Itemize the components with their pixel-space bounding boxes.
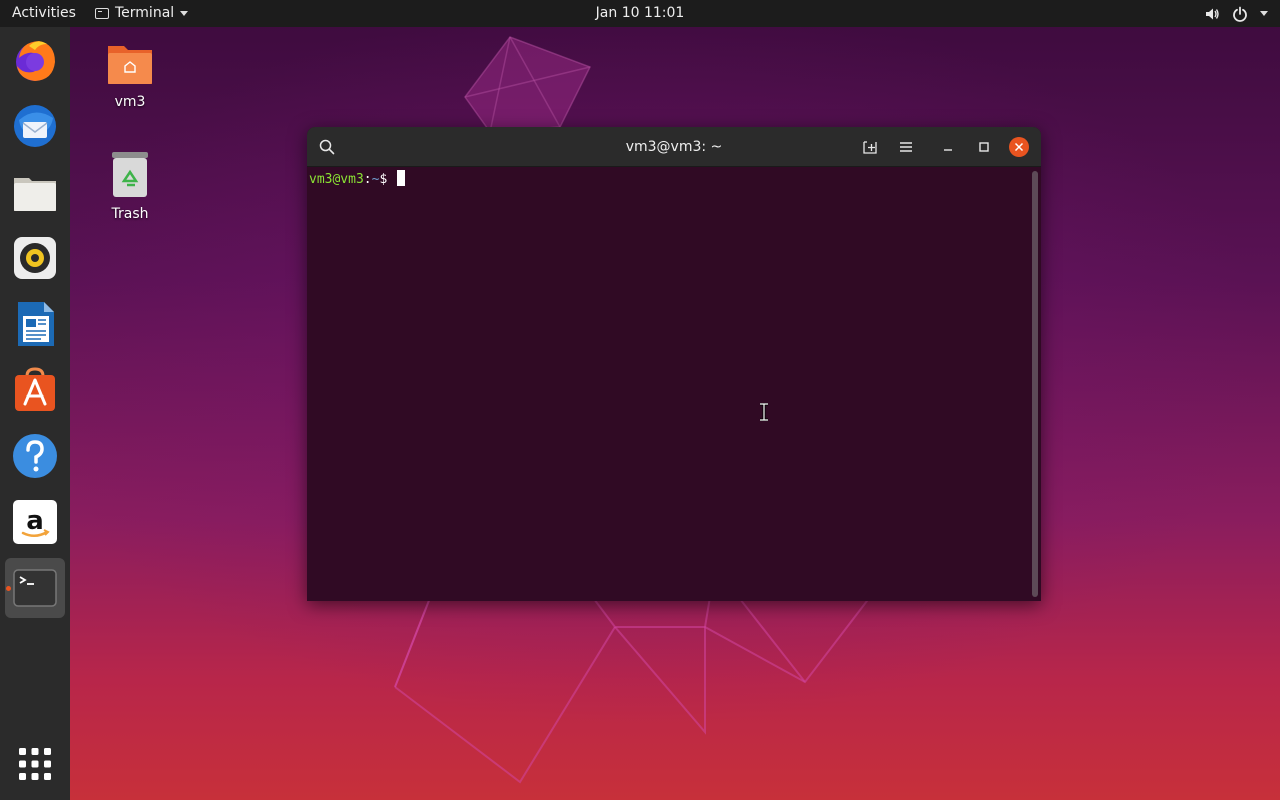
trash-icon bbox=[112, 152, 148, 197]
text-cursor bbox=[397, 170, 406, 186]
desktop-screen: Activities Terminal Jan 10 11:01 a vm3 T… bbox=[0, 0, 1280, 800]
files-icon bbox=[14, 178, 56, 211]
home-folder-icon bbox=[108, 46, 152, 84]
help-icon bbox=[13, 434, 57, 478]
svg-text:a: a bbox=[26, 506, 44, 536]
show-applications-icon bbox=[19, 748, 51, 780]
terminal-header-bar[interactable]: vm3@vm3: ~ bbox=[307, 127, 1041, 167]
minimize-button[interactable] bbox=[936, 135, 960, 159]
power-icon[interactable] bbox=[1232, 6, 1248, 22]
search-icon bbox=[319, 139, 335, 155]
volume-icon[interactable] bbox=[1204, 6, 1220, 22]
maximize-button[interactable] bbox=[972, 135, 996, 159]
rhythmbox-icon bbox=[14, 237, 56, 279]
terminal-window[interactable]: vm3@vm3: ~ vm3@vm3:~$ bbox=[307, 127, 1041, 601]
top-bar: Activities Terminal Jan 10 11:01 bbox=[0, 0, 1280, 27]
terminal-output-area[interactable]: vm3@vm3:~$ bbox=[307, 167, 1041, 601]
terminal-icon bbox=[13, 569, 57, 607]
new-tab-button[interactable] bbox=[858, 135, 882, 159]
running-indicator bbox=[6, 586, 11, 591]
dock-firefox[interactable] bbox=[5, 30, 65, 90]
app-menu-label: Terminal bbox=[115, 5, 175, 21]
dock-terminal[interactable] bbox=[5, 558, 65, 618]
software-center-icon bbox=[15, 367, 55, 411]
dock-ubuntu-software[interactable] bbox=[5, 360, 65, 420]
chevron-down-icon bbox=[180, 11, 189, 16]
system-menu-caret-icon[interactable] bbox=[1260, 11, 1268, 16]
ibeam-cursor-icon bbox=[760, 403, 768, 421]
dock-thunderbird[interactable] bbox=[5, 96, 65, 156]
terminal-scrollbar[interactable] bbox=[1032, 171, 1038, 597]
new-tab-icon bbox=[863, 141, 877, 154]
writer-icon bbox=[18, 302, 54, 346]
maximize-icon bbox=[979, 142, 989, 152]
desktop-home-folder[interactable]: vm3 bbox=[85, 42, 175, 110]
firefox-icon bbox=[16, 41, 55, 81]
menu-button[interactable] bbox=[894, 135, 918, 159]
prompt-user: vm3@vm3 bbox=[309, 172, 364, 187]
home-folder-label: vm3 bbox=[114, 94, 146, 110]
dock-writer[interactable] bbox=[5, 294, 65, 354]
app-menu-button[interactable]: Terminal bbox=[95, 0, 189, 27]
clock-button[interactable]: Jan 10 11:01 bbox=[596, 5, 685, 21]
dock-amazon[interactable]: a bbox=[5, 492, 65, 552]
hamburger-menu-icon bbox=[900, 142, 912, 152]
prompt-symbol: $ bbox=[379, 172, 396, 187]
desktop-trash[interactable]: Trash bbox=[85, 152, 175, 222]
trash-label: Trash bbox=[111, 206, 149, 222]
clock: Jan 10 11:01 bbox=[0, 0, 1280, 27]
amazon-icon: a bbox=[13, 500, 57, 544]
dock-files[interactable] bbox=[5, 162, 65, 222]
terminal-mini-icon bbox=[95, 8, 109, 19]
search-button[interactable] bbox=[315, 135, 339, 159]
dock-help[interactable] bbox=[5, 426, 65, 486]
dock: a bbox=[0, 27, 70, 800]
show-applications-button[interactable] bbox=[5, 734, 65, 794]
system-tray[interactable] bbox=[1204, 0, 1268, 27]
prompt-separator: : bbox=[363, 172, 372, 187]
activities-button[interactable]: Activities bbox=[12, 0, 76, 27]
prompt-line: vm3@vm3:~$ bbox=[309, 170, 406, 187]
thunderbird-icon bbox=[14, 105, 56, 147]
close-icon bbox=[1009, 137, 1029, 157]
dock-rhythmbox[interactable] bbox=[5, 228, 65, 288]
terminal-title: vm3@vm3: ~ bbox=[625, 139, 723, 155]
minimize-icon bbox=[944, 149, 952, 151]
close-button[interactable] bbox=[1007, 135, 1031, 159]
